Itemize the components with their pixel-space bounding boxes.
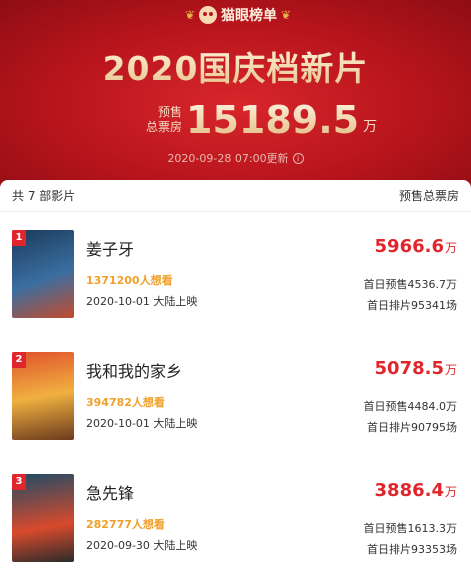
movie-title[interactable]: 急先锋 xyxy=(86,480,134,504)
rank-badge: 2 xyxy=(12,352,26,368)
want-to-see-count: 1371200人想看 xyxy=(86,274,173,287)
list-header: 共 7 部影片 预售总票房 xyxy=(0,180,471,212)
movie-row[interactable]: 1 姜子牙 1371200人想看 2020-10-01 大陆上映 5966.6万… xyxy=(0,230,471,326)
first-day-presale: 首日预售4536.7万 xyxy=(363,278,458,291)
release-date: 2020-10-01 大陆上映 xyxy=(86,417,198,430)
presale-box-office: 5966.6万 xyxy=(375,236,457,257)
presale-label-line2: 总票房 xyxy=(146,120,183,134)
first-day-screenings: 首日排片93353场 xyxy=(367,543,457,556)
movie-poster[interactable]: 1 xyxy=(12,230,74,318)
box-unit: 万 xyxy=(444,363,457,377)
movie-title[interactable]: 我和我的家乡 xyxy=(86,358,182,382)
release-date: 2020-10-01 大陆上映 xyxy=(86,295,198,308)
box-unit: 万 xyxy=(444,241,457,255)
want-to-see-count: 394782人想看 xyxy=(86,396,165,409)
presale-label: 预售 总票房 xyxy=(146,105,182,135)
box-value: 3886.4 xyxy=(374,480,444,501)
movie-poster[interactable]: 2 xyxy=(12,352,74,440)
first-day-screenings: 首日排片95341场 xyxy=(367,299,457,312)
column-label-presale: 预售总票房 xyxy=(398,189,459,203)
presale-box-office: 3886.4万 xyxy=(375,480,457,501)
brand-name: 猫眼榜单 xyxy=(221,8,277,24)
laurel-right-icon: ❦ xyxy=(281,8,292,22)
box-value: 5966.6 xyxy=(374,236,444,257)
presale-box-office: 5078.5万 xyxy=(375,358,457,379)
release-date: 2020-09-30 大陆上映 xyxy=(86,539,198,552)
brand-logo: ❦ 猫眼榜单 ❦ xyxy=(168,4,308,26)
presale-label-line1: 预售 xyxy=(158,105,183,119)
movie-count: 共 7 部影片 xyxy=(12,189,76,203)
update-time: 2020-09-28 07:00更新 i xyxy=(0,150,471,166)
laurel-left-icon: ❦ xyxy=(184,8,195,22)
movie-row[interactable]: 3 急先锋 282777人想看 2020-09-30 大陆上映 3886.4万 … xyxy=(0,474,471,570)
movie-list-card: 共 7 部影片 预售总票房 1 姜子牙 1371200人想看 2020-10-0… xyxy=(0,180,471,581)
movie-title[interactable]: 姜子牙 xyxy=(86,236,134,260)
header-banner: ❦ 猫眼榜单 ❦ 2020国庆档新片 预售 总票房 15189.5 万 2020… xyxy=(0,0,471,190)
rank-badge: 1 xyxy=(12,230,26,246)
movie-row[interactable]: 2 我和我的家乡 394782人想看 2020-10-01 大陆上映 5078.… xyxy=(0,352,471,448)
update-time-text: 2020-09-28 07:00更新 xyxy=(167,152,289,165)
box-value: 5078.5 xyxy=(374,358,444,379)
presale-unit: 万 xyxy=(363,119,378,135)
presale-total: 预售 总票房 15189.5 万 xyxy=(146,98,378,142)
first-day-presale: 首日预售1613.3万 xyxy=(363,522,458,535)
info-icon[interactable]: i xyxy=(292,152,304,164)
movie-poster[interactable]: 3 xyxy=(12,474,74,562)
rank-badge: 3 xyxy=(12,474,26,490)
presale-value: 15189.5 xyxy=(186,98,360,142)
first-day-presale: 首日预售4484.0万 xyxy=(363,400,458,413)
cat-eye-logo-icon xyxy=(199,6,217,24)
page-title: 2020国庆档新片 xyxy=(0,42,471,90)
want-to-see-count: 282777人想看 xyxy=(86,518,165,531)
first-day-screenings: 首日排片90795场 xyxy=(367,421,457,434)
box-unit: 万 xyxy=(444,485,457,499)
